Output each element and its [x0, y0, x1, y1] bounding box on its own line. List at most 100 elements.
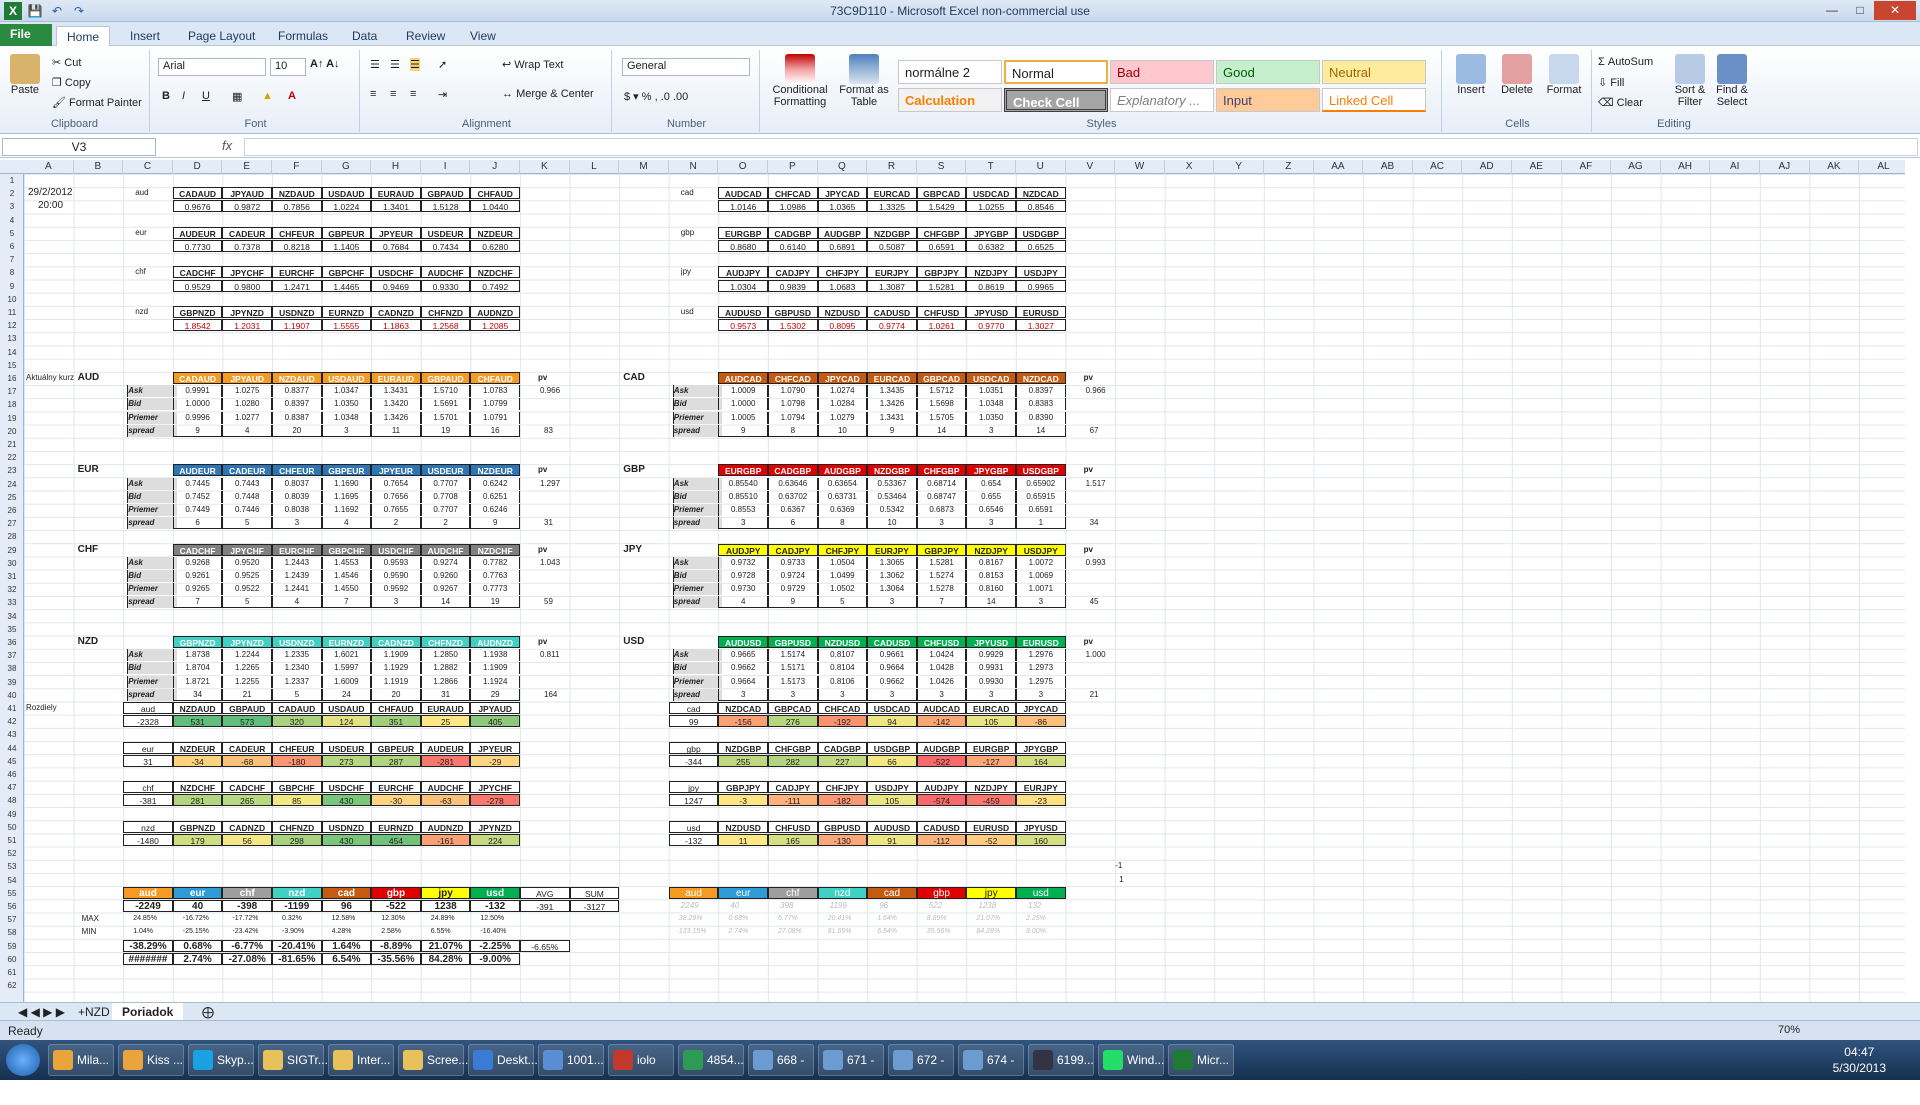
row-header[interactable]: 16 — [0, 372, 24, 385]
diff-value[interactable]: 255 — [718, 754, 768, 767]
pair-value[interactable]: 1.0440 — [470, 200, 520, 213]
new-sheet-icon[interactable]: ⨁ — [192, 1003, 224, 1020]
value-cell[interactable]: 3 — [817, 688, 868, 701]
pair-header[interactable]: AUDCAD — [718, 187, 768, 200]
value-cell[interactable]: 5 — [222, 517, 272, 530]
time-cell[interactable]: 20:00 — [38, 200, 63, 213]
summary-min[interactable]: -3.90% — [282, 926, 304, 939]
row-header[interactable]: 43 — [0, 728, 24, 741]
pair-header[interactable]: CADJPY — [768, 266, 818, 279]
fill-color-button[interactable]: ▲ — [262, 90, 273, 102]
column-header[interactable]: AG — [1611, 160, 1661, 174]
pair-header[interactable]: JPYUSD — [966, 306, 1016, 318]
diff-label[interactable]: chf — [123, 781, 173, 794]
value-cell[interactable]: 1.1919 — [371, 675, 421, 688]
summary-last[interactable]: 2.74% — [172, 952, 223, 965]
summary-last[interactable]: -9.00% — [470, 952, 520, 965]
diff-header[interactable]: CHFNZD — [272, 820, 322, 833]
summary-header[interactable]: aud — [668, 886, 719, 899]
summary-header[interactable]: cad — [867, 886, 917, 899]
value-cell[interactable]: 1.0069 — [1016, 570, 1066, 582]
pair-header[interactable]: CADGBP — [768, 226, 818, 239]
value-cell[interactable]: 0.65915 — [1016, 490, 1066, 503]
diff-header[interactable]: CHFJPY — [817, 781, 868, 794]
orientation-icon[interactable]: ➚ — [438, 58, 447, 71]
column-header[interactable]: H — [371, 160, 421, 174]
pair-value[interactable]: 0.6382 — [966, 240, 1016, 252]
taskbar-item[interactable]: 668 - ... — [748, 1044, 814, 1097]
row-header[interactable]: 61 — [0, 966, 24, 979]
pair-header[interactable]: GBPJPY — [916, 266, 967, 279]
column-header[interactable]: AL — [1859, 160, 1905, 174]
pair-value[interactable]: 1.2085 — [470, 319, 520, 332]
diff-header[interactable]: GBPEUR — [371, 741, 421, 754]
value-cell[interactable]: 0.7446 — [222, 504, 272, 516]
pair-value[interactable]: 1.0683 — [817, 279, 868, 292]
pair-header[interactable]: GBPJPY — [916, 543, 967, 556]
row-header[interactable]: 39 — [0, 676, 24, 689]
summary-right-max[interactable]: 20.41% — [828, 913, 852, 926]
value-cell[interactable]: 11 — [371, 424, 421, 437]
value-cell[interactable]: 1.0347 — [321, 385, 372, 398]
value-cell[interactable]: 0.9261 — [172, 570, 223, 582]
summary-max[interactable]: 12.50% — [480, 913, 504, 926]
value-cell[interactable]: 2 — [420, 517, 471, 530]
value-cell[interactable]: 0.68747 — [916, 490, 967, 503]
summary-total[interactable]: -522 — [371, 900, 421, 912]
tab-page-layout[interactable]: Page Layout — [178, 26, 265, 46]
column-header[interactable]: N — [669, 160, 719, 174]
value-cell[interactable]: 1.0274 — [817, 385, 868, 398]
pair-value[interactable]: 0.9965 — [1016, 279, 1066, 292]
copy-button[interactable]: ❐ Copy — [52, 76, 91, 89]
pair-value[interactable]: 0.9469 — [371, 279, 421, 292]
pair-header[interactable]: NZDAUD — [272, 372, 322, 384]
summary-right-min[interactable]: 9.00% — [1026, 926, 1046, 939]
value-cell[interactable]: 4 — [321, 517, 372, 530]
summary-min[interactable]: -25.15% — [183, 926, 209, 939]
pair-header[interactable]: EURJPY — [867, 266, 917, 279]
pair-header[interactable]: CHFCAD — [768, 372, 818, 384]
diff-value[interactable]: 105 — [966, 715, 1016, 728]
diff-value[interactable]: 66 — [867, 754, 917, 767]
column-header[interactable]: AF — [1562, 160, 1612, 174]
value-cell[interactable]: 0.7656 — [371, 490, 421, 503]
diff-value[interactable]: 224 — [470, 834, 520, 846]
pair-value[interactable]: 1.0224 — [321, 200, 372, 213]
summary-header[interactable]: chf — [768, 886, 818, 899]
clear-button[interactable]: ⌫ Clear — [1598, 96, 1643, 109]
value-cell[interactable]: 16 — [470, 424, 520, 437]
taskbar-item[interactable]: 672 - ... — [888, 1044, 954, 1097]
pair-header[interactable]: JPYUSD — [966, 636, 1016, 648]
name-box[interactable]: V3 — [2, 138, 156, 156]
row-header[interactable]: 25 — [0, 491, 24, 504]
diff-value[interactable]: 11 — [718, 834, 768, 846]
summary-last[interactable]: 6.54% — [321, 952, 372, 965]
pair-header[interactable]: GBPAUD — [420, 187, 471, 200]
summary-min[interactable]: 2.58% — [381, 926, 401, 939]
pair-header[interactable]: CHFCAD — [768, 187, 818, 200]
value-cell[interactable]: 0.8153 — [966, 570, 1016, 582]
pair-value[interactable]: 1.0255 — [966, 200, 1016, 213]
row-header[interactable]: 11 — [0, 306, 24, 319]
pair-value[interactable]: 0.6591 — [916, 240, 967, 252]
pair-header[interactable]: EURUSD — [1016, 306, 1066, 318]
style-good[interactable]: Good — [1216, 60, 1320, 84]
pair-header[interactable]: CADUSD — [867, 306, 917, 318]
diff-value[interactable]: 430 — [321, 834, 372, 846]
diff-header[interactable]: CHFGBP — [768, 741, 818, 754]
value-cell[interactable]: 0.9665 — [718, 649, 768, 662]
pair-value[interactable]: 0.9800 — [222, 279, 272, 292]
row-header[interactable]: 17 — [0, 385, 24, 398]
close-button[interactable]: ✕ — [1874, 1, 1916, 20]
diff-value[interactable]: 281 — [172, 794, 223, 807]
value-cell[interactable]: 1.3435 — [867, 385, 917, 398]
row-header[interactable]: 60 — [0, 953, 24, 966]
summary-total[interactable]: 96 — [321, 900, 372, 912]
tab-view[interactable]: View — [460, 26, 506, 46]
value-cell[interactable]: 0.9730 — [718, 583, 768, 596]
value-cell[interactable]: 1.2439 — [272, 570, 322, 582]
diff-value[interactable]: 94 — [867, 715, 917, 728]
column-header[interactable]: AH — [1661, 160, 1711, 174]
value-cell[interactable]: 1.0502 — [817, 583, 868, 596]
pair-header[interactable]: EURJPY — [867, 543, 917, 556]
